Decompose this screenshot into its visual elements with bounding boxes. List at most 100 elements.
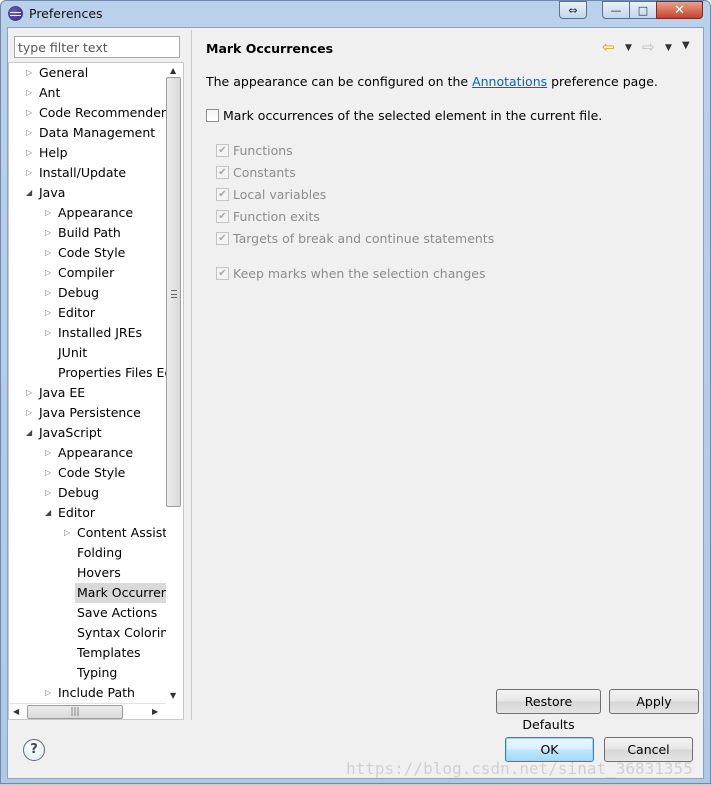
- tree-item[interactable]: ▷ Appearance: [9, 203, 166, 223]
- collapsed-arrow-icon[interactable]: ▷: [26, 83, 36, 103]
- tree-item-label[interactable]: Mark Occurren: [75, 583, 166, 603]
- view-menu-icon[interactable]: ▼: [682, 40, 690, 51]
- tree-item[interactable]: ▷ Java EE: [9, 383, 166, 403]
- tree-item-label[interactable]: JUnit: [56, 343, 89, 363]
- collapsed-arrow-icon[interactable]: ▷: [26, 123, 36, 143]
- expanded-arrow-icon[interactable]: ◢: [26, 423, 36, 443]
- help-icon[interactable]: ?: [23, 739, 45, 761]
- tree-item[interactable]: ▷ Include Path: [9, 683, 166, 703]
- tree-item-label[interactable]: Include Path: [56, 683, 137, 703]
- tree-item[interactable]: Hovers: [9, 563, 166, 583]
- tree-item[interactable]: ◢ Java: [9, 183, 166, 203]
- ok-button[interactable]: OK: [505, 737, 594, 762]
- horizontal-scroll-thumb[interactable]: |||: [27, 705, 123, 719]
- tree-item-label[interactable]: Build Path: [56, 223, 123, 243]
- collapsed-arrow-icon[interactable]: ▷: [45, 263, 55, 283]
- tree-item-label[interactable]: Properties Files Ed: [56, 363, 166, 383]
- tree-item[interactable]: ▷ Ant: [9, 83, 166, 103]
- tree-item[interactable]: ▷ Build Path: [9, 223, 166, 243]
- tree-item[interactable]: ▷ Debug: [9, 283, 166, 303]
- collapsed-arrow-icon[interactable]: ▷: [26, 103, 36, 123]
- tree-item[interactable]: ▷ Installed JREs: [9, 323, 166, 343]
- tree-item[interactable]: Mark Occurren: [9, 583, 166, 603]
- tree-item-label[interactable]: Syntax Coloring: [75, 623, 166, 643]
- back-arrow-icon[interactable]: ⇦: [602, 40, 618, 55]
- tree-vertical-scrollbar[interactable]: ▲ ▼: [166, 63, 183, 703]
- tree-item[interactable]: ▷ Debug: [9, 483, 166, 503]
- tree-item-label[interactable]: Help: [37, 143, 70, 163]
- tree-item-label[interactable]: Debug: [56, 283, 101, 303]
- tree-item[interactable]: ▷ Help: [9, 143, 166, 163]
- collapsed-arrow-icon[interactable]: ▷: [45, 483, 55, 503]
- tree-item[interactable]: ▷ Data Management: [9, 123, 166, 143]
- tree-item-label[interactable]: Code Style: [56, 463, 127, 483]
- collapsed-arrow-icon[interactable]: ▷: [45, 243, 55, 263]
- collapsed-arrow-icon[interactable]: ▷: [26, 63, 36, 83]
- collapsed-arrow-icon[interactable]: ▷: [45, 323, 55, 343]
- maximize-button[interactable]: □: [629, 1, 657, 19]
- tree-item-label[interactable]: Code Recommenders: [37, 103, 166, 123]
- tree-item-label[interactable]: JavaScript: [37, 423, 104, 443]
- tree-item[interactable]: Syntax Coloring: [9, 623, 166, 643]
- tree-item-label[interactable]: Install/Update: [37, 163, 128, 183]
- tree-item-label[interactable]: Java: [37, 183, 67, 203]
- restore-size-button[interactable]: ⇔: [559, 1, 587, 19]
- tree-item-label[interactable]: Appearance: [56, 203, 135, 223]
- tree-item[interactable]: ▷ Code Style: [9, 243, 166, 263]
- tree-item[interactable]: ▷ Code Recommenders: [9, 103, 166, 123]
- tree-horizontal-scrollbar[interactable]: ◀ ||| ▶: [9, 703, 166, 719]
- tree-item-label[interactable]: Ant: [37, 83, 62, 103]
- collapsed-arrow-icon[interactable]: ▷: [45, 223, 55, 243]
- collapsed-arrow-icon[interactable]: ▷: [26, 163, 36, 183]
- restore-defaults-button[interactable]: Restore Defaults: [496, 689, 601, 732]
- tree-item-label[interactable]: Editor: [56, 303, 97, 323]
- tree-item-label[interactable]: Java EE: [37, 383, 87, 403]
- tree-item-label[interactable]: Appearance: [56, 443, 135, 463]
- scroll-left-icon[interactable]: ◀: [13, 707, 19, 716]
- tree-item-label[interactable]: Save Actions: [75, 603, 159, 623]
- tree-item-label[interactable]: Typing: [75, 663, 119, 683]
- checkbox-label[interactable]: Mark occurrences of the selected element…: [223, 107, 602, 125]
- minimize-button[interactable]: —: [602, 1, 630, 19]
- tree-item[interactable]: ▷ Editor: [9, 303, 166, 323]
- chevron-down-icon[interactable]: ▼: [665, 40, 672, 56]
- back-nav[interactable]: ⇦ ▼: [602, 40, 638, 56]
- tree-item[interactable]: Typing: [9, 663, 166, 683]
- cancel-button[interactable]: Cancel: [604, 737, 693, 762]
- tree-item[interactable]: ▷ Compiler: [9, 263, 166, 283]
- tree-item[interactable]: Folding: [9, 543, 166, 563]
- tree-item-label[interactable]: Templates: [75, 643, 143, 663]
- apply-button[interactable]: Apply: [609, 689, 699, 714]
- tree-item-label[interactable]: Java Persistence: [37, 403, 143, 423]
- tree-item[interactable]: ▷ Appearance: [9, 443, 166, 463]
- tree-item[interactable]: ▷ Java Persistence: [9, 403, 166, 423]
- filter-input[interactable]: [14, 36, 180, 58]
- tree-item-label[interactable]: Content Assist: [75, 523, 166, 543]
- collapsed-arrow-icon[interactable]: ▷: [45, 463, 55, 483]
- close-button[interactable]: ✕: [656, 1, 703, 19]
- collapsed-arrow-icon[interactable]: ▷: [26, 383, 36, 403]
- tree-item[interactable]: ▷ Install/Update: [9, 163, 166, 183]
- tree-item-label[interactable]: Editor: [56, 503, 97, 523]
- tree-item[interactable]: ▷ Code Style: [9, 463, 166, 483]
- scroll-right-icon[interactable]: ▶: [152, 707, 158, 716]
- tree-item[interactable]: Save Actions: [9, 603, 166, 623]
- tree-item[interactable]: ◢ JavaScript: [9, 423, 166, 443]
- checkbox-box[interactable]: [206, 109, 219, 122]
- tree-item[interactable]: ▷ Content Assist: [9, 523, 166, 543]
- chevron-down-icon[interactable]: ▼: [625, 40, 632, 56]
- tree-item-label[interactable]: Debug: [56, 483, 101, 503]
- scroll-up-icon[interactable]: ▲: [170, 66, 176, 75]
- tree-item[interactable]: JUnit: [9, 343, 166, 363]
- collapsed-arrow-icon[interactable]: ▷: [45, 683, 55, 703]
- tree-item-label[interactable]: Compiler: [56, 263, 116, 283]
- forward-arrow-icon[interactable]: ⇨: [642, 40, 658, 55]
- tree-item[interactable]: Properties Files Ed: [9, 363, 166, 383]
- vertical-scroll-thumb[interactable]: [166, 77, 181, 507]
- tree-item-label[interactable]: General: [37, 63, 90, 83]
- tree-item-label[interactable]: Folding: [75, 543, 124, 563]
- tree-item-label[interactable]: Hovers: [75, 563, 123, 583]
- expanded-arrow-icon[interactable]: ◢: [45, 503, 55, 523]
- collapsed-arrow-icon[interactable]: ▷: [26, 403, 36, 423]
- tree-item-label[interactable]: Data Management: [37, 123, 157, 143]
